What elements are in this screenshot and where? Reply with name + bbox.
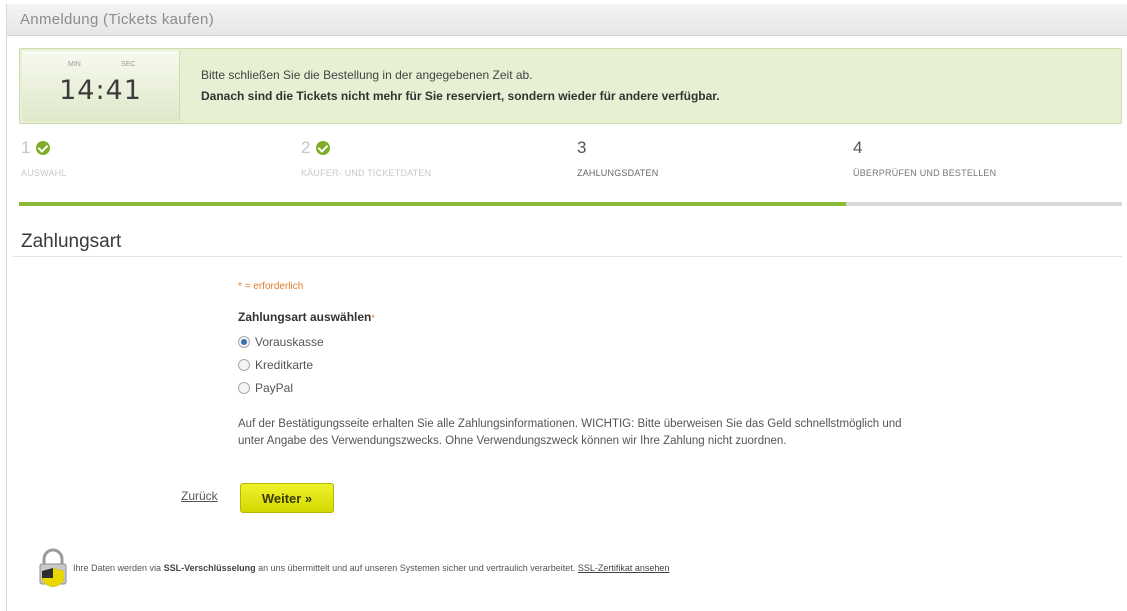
ssl-suffix: an uns übermittelt und auf unseren Syste…: [258, 563, 576, 573]
payment-option-label: Vorauskasse: [255, 335, 324, 349]
step-number: 4: [853, 138, 863, 157]
page-title: Anmeldung (Tickets kaufen): [20, 11, 214, 28]
progress-bar-fill: [19, 202, 846, 206]
step-number: 1: [21, 138, 31, 157]
payment-option-kreditkarte[interactable]: Kreditkarte: [238, 357, 313, 373]
payment-option-paypal[interactable]: PayPal: [238, 380, 293, 396]
minutes-label: MIN: [68, 61, 81, 68]
progress-bar-track: [846, 202, 1122, 206]
page-header: Anmeldung (Tickets kaufen): [7, 4, 1127, 36]
radio-icon[interactable]: [238, 336, 250, 348]
section-divider: [13, 256, 1122, 257]
step-kaeuferdaten[interactable]: 2 KÄUFER- UND TICKETDATEN: [301, 138, 431, 210]
payment-info-text: Auf der Bestätigungsseite erhalten Sie a…: [238, 418, 902, 447]
radio-icon[interactable]: [238, 382, 250, 394]
radio-icon[interactable]: [238, 359, 250, 371]
timer-warning: Danach sind die Tickets nicht mehr für S…: [201, 89, 720, 103]
step-ueberpruefen: 4 ÜBERPRÜFEN UND BESTELLEN: [853, 138, 996, 210]
checkout-steps: 1 AUSWAHL 2 KÄUFER- UND TICKETDATEN 3 ZA…: [19, 138, 1122, 210]
step-auswahl[interactable]: 1 AUSWAHL: [21, 138, 66, 210]
reservation-timer-box: MIN SEC 14:41 Bitte schließen Sie die Be…: [19, 48, 1122, 124]
countdown-time: 14:41: [59, 75, 142, 106]
section-title: Zahlungsart: [21, 231, 122, 252]
ssl-bold: SSL-Verschlüsselung: [163, 563, 256, 573]
step-number: 3: [577, 138, 587, 157]
step-zahlungsdaten: 3 ZAHLUNGSDATEN: [577, 138, 658, 210]
step-label: ÜBERPRÜFEN UND BESTELLEN: [853, 168, 997, 178]
payment-option-label: PayPal: [255, 381, 294, 395]
payment-method-label-text: Zahlungsart auswählen: [238, 310, 372, 324]
required-marker: *: [371, 313, 375, 323]
payment-option-vorauskasse[interactable]: Vorauskasse: [238, 334, 324, 350]
back-link[interactable]: Zurück: [181, 489, 218, 503]
step-label: ZAHLUNGSDATEN: [577, 168, 659, 178]
ssl-prefix: Ihre Daten werden via: [73, 563, 162, 573]
check-circle-icon: [36, 141, 51, 155]
countdown-clock: MIN SEC 14:41: [22, 51, 180, 121]
padlock-shield-icon: [39, 548, 67, 587]
payment-option-label: Kreditkarte: [255, 358, 314, 372]
seconds-label: SEC: [121, 61, 136, 68]
timer-message: Bitte schließen Sie die Bestellung in de…: [201, 68, 533, 82]
step-label: AUSWAHL: [21, 168, 67, 178]
ssl-notice: Ihre Daten werden via SSL-Verschlüsselun…: [73, 563, 669, 573]
payment-method-label: Zahlungsart auswählen*: [238, 310, 375, 324]
ticket-checkout-page: Anmeldung (Tickets kaufen) MIN SEC 14:41…: [6, 4, 1127, 611]
next-button[interactable]: Weiter »: [240, 483, 334, 513]
step-number: 2: [301, 138, 311, 157]
ssl-certificate-link[interactable]: SSL-Zertifikat ansehen: [578, 563, 670, 573]
step-label: KÄUFER- UND TICKETDATEN: [301, 168, 432, 178]
required-note: * = erforderlich: [238, 281, 304, 292]
check-circle-icon: [316, 141, 331, 155]
